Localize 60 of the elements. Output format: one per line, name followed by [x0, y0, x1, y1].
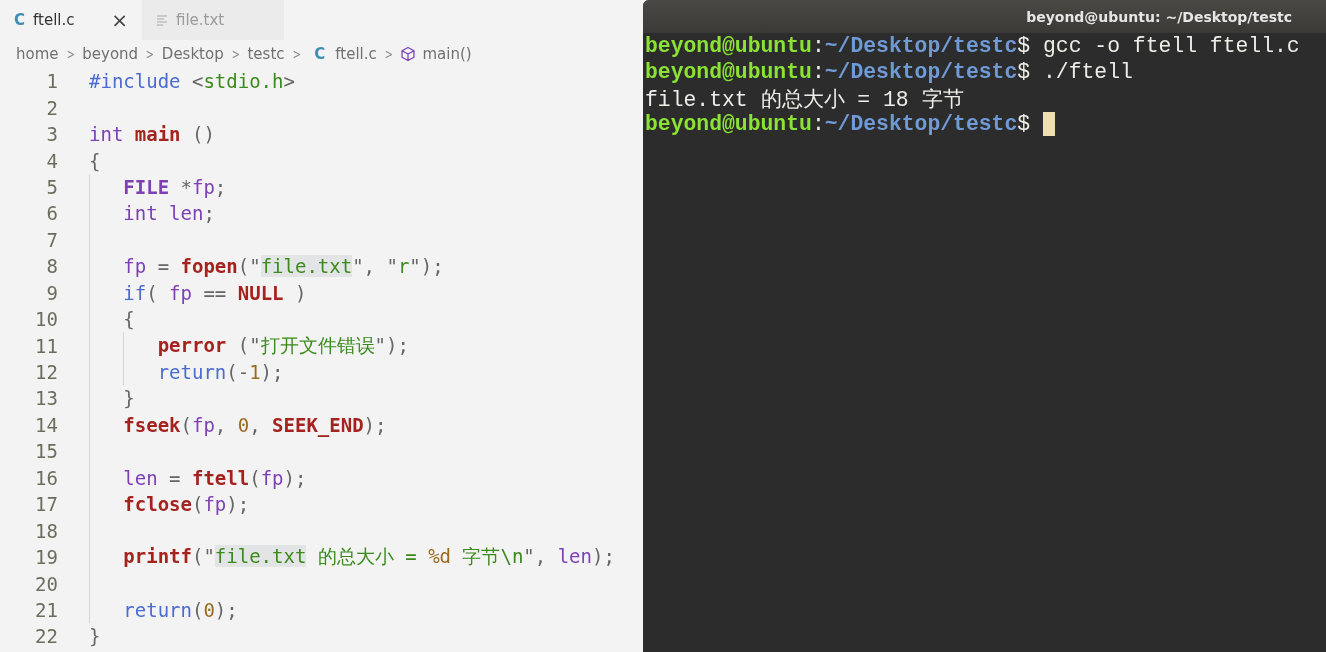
code-line: return(-1);	[157, 361, 284, 384]
line-number: 5	[45, 175, 58, 198]
breadcrumb-item[interactable]: ftell.c	[335, 45, 377, 63]
window-title: beyond@ubuntu: ~/Desktop/testc	[1026, 8, 1292, 25]
code-line: {	[89, 149, 101, 172]
breadcrumb-item[interactable]: testc	[247, 45, 285, 63]
breadcrumb-separator: >	[145, 46, 155, 62]
code-line: int main ()	[89, 123, 215, 146]
line-number: 11	[34, 334, 58, 357]
code-line: {	[123, 308, 135, 331]
line-number: 15	[34, 440, 58, 463]
c-file-icon: C	[314, 45, 326, 63]
breadcrumb-item[interactable]: beyond	[82, 45, 139, 63]
code-line: }	[89, 625, 101, 648]
line-number: 7	[45, 228, 58, 251]
code-line: fclose(fp);	[123, 493, 250, 516]
text-file-icon	[156, 14, 168, 26]
line-number: 4	[45, 149, 58, 172]
line-number: 16	[34, 466, 58, 489]
line-number: 1	[45, 70, 58, 93]
line-number: 9	[45, 281, 58, 304]
breadcrumb-item[interactable]: main()	[422, 45, 472, 63]
line-number: 2	[45, 96, 58, 119]
breadcrumb-item[interactable]: Desktop	[161, 45, 224, 63]
breadcrumb-separator: >	[231, 46, 240, 62]
close-button[interactable]: ×	[111, 8, 128, 32]
breadcrumb-separator: >	[384, 46, 393, 62]
line-number: 6	[45, 202, 58, 225]
code-line: fp = fopen("file.txt", "r");	[123, 255, 444, 278]
line-number: 10	[34, 308, 58, 331]
code-line: perror ("打开文件错误");	[157, 332, 409, 358]
code-line: printf("file.txt 的总大小 = %d 字节\n", len);	[123, 544, 615, 570]
code-line: #include <stdio.h>	[89, 70, 295, 93]
line-number: 22	[34, 625, 58, 648]
breadcrumb-separator: >	[292, 46, 301, 62]
code-line: fseek(fp, 0, SEEK_END);	[123, 413, 387, 436]
line-number: 12	[34, 361, 58, 384]
cube-icon	[400, 46, 417, 62]
code-line: if( fp == NULL )	[123, 281, 307, 304]
line-number: 14	[34, 413, 58, 436]
line-number: 20	[34, 572, 58, 595]
line-number: 19	[34, 546, 58, 569]
terminal-line: beyond@ubuntu:~/Desktop/testc$ ./ftell	[645, 60, 1133, 84]
breadcrumb-separator: >	[66, 46, 75, 62]
terminal-line: beyond@ubuntu:~/Desktop/testc$ gcc -o ftell ftell.c	[645, 34, 1300, 58]
code-line: len = ftell(fp);	[123, 466, 307, 489]
line-number: 18	[34, 519, 58, 542]
line-number: 21	[34, 598, 58, 621]
line-number: 8	[45, 255, 58, 278]
terminal-line: beyond@ubuntu:~/Desktop/testc$	[645, 112, 1031, 136]
code-line: return(0);	[123, 598, 238, 621]
line-number: 17	[34, 493, 58, 516]
terminal-line: file.txt 的总大小 = 18 字节	[645, 86, 964, 113]
code-line: }	[123, 387, 135, 410]
breadcrumb-item[interactable]: home	[16, 45, 59, 63]
line-number: 3	[45, 123, 58, 146]
code-line: FILE *fp;	[123, 175, 227, 198]
line-number: 13	[34, 387, 58, 410]
code-line: int len;	[123, 202, 215, 225]
editor-tab[interactable]: file.txt	[142, 0, 284, 40]
